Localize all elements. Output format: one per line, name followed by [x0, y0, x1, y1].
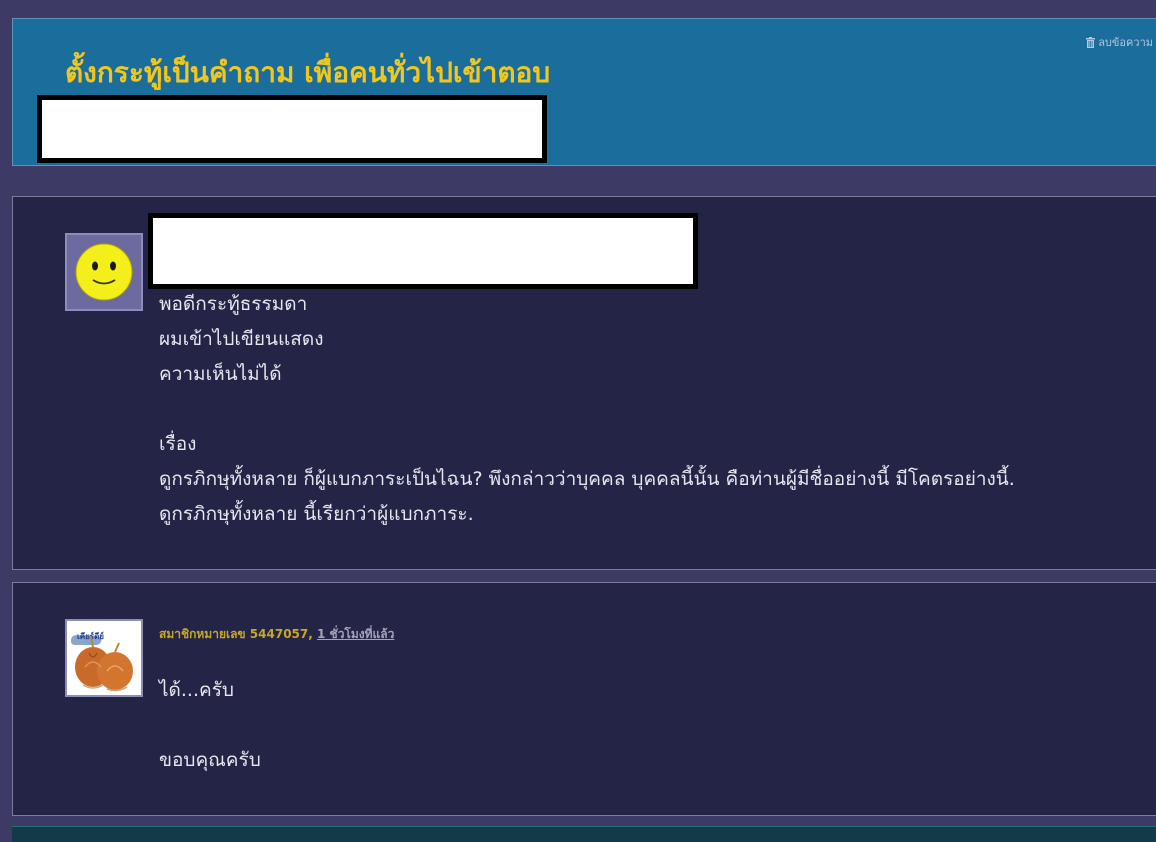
redacted-box: [148, 213, 698, 289]
comment-body: ได้...ครับ ขอบคุณครับ: [159, 679, 261, 771]
next-comment-edge: [12, 826, 1156, 842]
delete-message-label: ลบข้อความ: [1098, 36, 1153, 49]
trash-icon: [1086, 36, 1096, 48]
comment-meta: สมาชิกหมายเลข 5447057, 1 ชั่วโมงที่แล้ว: [159, 625, 394, 644]
avatar[interactable]: [65, 233, 143, 311]
delete-message-link[interactable]: ลบข้อความ: [1086, 33, 1153, 51]
smiley-face-icon: [67, 235, 141, 309]
page: ลบข้อความ ตั้งกระทู้เป็นคำถาม เพื่อคนทั่…: [0, 0, 1156, 842]
comment-time-link[interactable]: 1 ชั่วโมงที่แล้ว: [317, 627, 394, 641]
topic-header: ลบข้อความ ตั้งกระทู้เป็นคำถาม เพื่อคนทั่…: [12, 18, 1156, 166]
comment-body: พอดีกระทู้ธรรมดา ผมเข้าไปเขียนแสดง ความเ…: [159, 293, 1015, 525]
member-id: สมาชิกหมายเลข 5447057,: [159, 627, 313, 641]
comment-1: พอดีกระทู้ธรรมดา ผมเข้าไปเขียนแสดง ความเ…: [12, 196, 1156, 570]
onion-avatar-icon: เคียร์ดีย์: [67, 621, 141, 695]
avatar[interactable]: เคียร์ดีย์: [65, 619, 143, 697]
comment-2: เคียร์ดีย์ สมาชิกหมายเลข 5447057, 1 ชั่ว…: [12, 582, 1156, 816]
redacted-box: [37, 95, 547, 163]
topic-title: ตั้งกระทู้เป็นคำถาม เพื่อคนทั่วไปเข้าตอบ: [65, 56, 551, 89]
